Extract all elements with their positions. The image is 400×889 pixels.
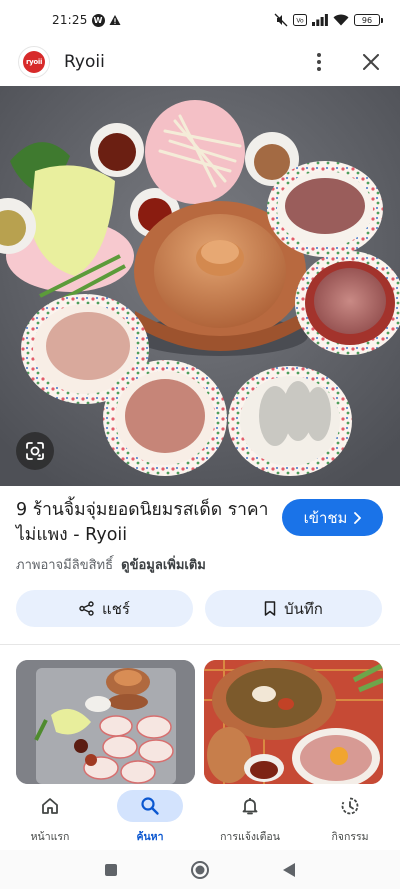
- nav-activity-label: กิจกรรม: [331, 831, 369, 843]
- close-button[interactable]: [360, 51, 382, 73]
- more-vert-icon: [317, 53, 321, 71]
- related-image-thumbnail[interactable]: [204, 660, 383, 784]
- image-viewer-screen: 21:25 W Vo 96 ryoii Ryoii 9 ร้านจิ้มจุ่ม…: [0, 0, 400, 889]
- nav-home-label: หน้าแรก: [30, 831, 70, 843]
- nav-notifications[interactable]: การแจ้งเตือน: [200, 784, 300, 850]
- section-divider: [0, 644, 400, 645]
- activity-icon: [341, 797, 359, 815]
- system-navigation-bar: [0, 850, 400, 889]
- save-label: บันทึก: [284, 599, 323, 618]
- signal-icon: [312, 14, 328, 26]
- chevron-right-icon: [354, 511, 362, 524]
- share-label: แชร์: [102, 599, 130, 618]
- site-logo: ryoii: [18, 46, 50, 78]
- related-hotpot-photo: [16, 660, 195, 784]
- visit-button[interactable]: เข้าชม: [282, 499, 383, 536]
- lens-icon: [26, 442, 44, 460]
- nav-notifications-label: การแจ้งเตือน: [220, 831, 280, 843]
- home-circle-icon[interactable]: [190, 860, 210, 880]
- recent-apps-icon[interactable]: [104, 863, 118, 877]
- visit-button-label: เข้าชม: [303, 508, 348, 527]
- status-bar: 21:25 W Vo 96: [0, 0, 400, 40]
- wifi-icon: [333, 14, 349, 26]
- back-icon[interactable]: [282, 862, 296, 878]
- bell-icon: [242, 798, 258, 815]
- share-icon: [79, 601, 94, 616]
- nav-search-label: ค้นหา: [136, 831, 164, 843]
- site-logo-text: ryoii: [23, 51, 45, 73]
- battery-indicator: 96: [354, 14, 383, 26]
- copyright-line: ภาพอาจมีลิขสิทธิ์ ดูข้อมูลเพิ่มเติม: [16, 554, 206, 575]
- hotpot-photo: [0, 86, 400, 486]
- more-options-button[interactable]: [308, 51, 330, 73]
- save-button[interactable]: บันทึก: [205, 590, 382, 627]
- bottom-navigation: หน้าแรก ค้นหา การแจ้งเตือน กิจกรรม: [0, 784, 400, 850]
- nav-search[interactable]: ค้นหา: [100, 784, 200, 850]
- more-info-link[interactable]: ดูข้อมูลเพิ่มเติม: [121, 558, 206, 573]
- copyright-notice: ภาพอาจมีลิขสิทธิ์: [16, 558, 114, 573]
- share-button[interactable]: แชร์: [16, 590, 193, 627]
- volte-icon: Vo: [293, 14, 307, 26]
- result-header: ryoii Ryoii: [0, 40, 400, 84]
- warning-icon: [109, 15, 121, 25]
- nav-home[interactable]: หน้าแรก: [0, 784, 100, 850]
- search-icon: [141, 797, 159, 815]
- close-icon: [363, 54, 379, 70]
- mute-icon: [274, 13, 288, 27]
- home-icon: [42, 798, 58, 814]
- result-title[interactable]: 9 ร้านจิ้มจุ่มยอดนิยมรสเด็ด ราคาไม่แพง -…: [16, 498, 278, 548]
- related-clay-pot-photo: [204, 660, 383, 784]
- svg-text:Vo: Vo: [296, 18, 304, 25]
- whatsapp-notification-icon: W: [91, 13, 105, 27]
- nav-activity[interactable]: กิจกรรม: [300, 784, 400, 850]
- related-image-thumbnail[interactable]: [16, 660, 195, 784]
- google-lens-button[interactable]: [16, 432, 54, 470]
- site-name: Ryoii: [64, 52, 105, 72]
- status-time: 21:25: [52, 13, 88, 27]
- bookmark-icon: [264, 601, 276, 616]
- result-image[interactable]: [0, 86, 400, 486]
